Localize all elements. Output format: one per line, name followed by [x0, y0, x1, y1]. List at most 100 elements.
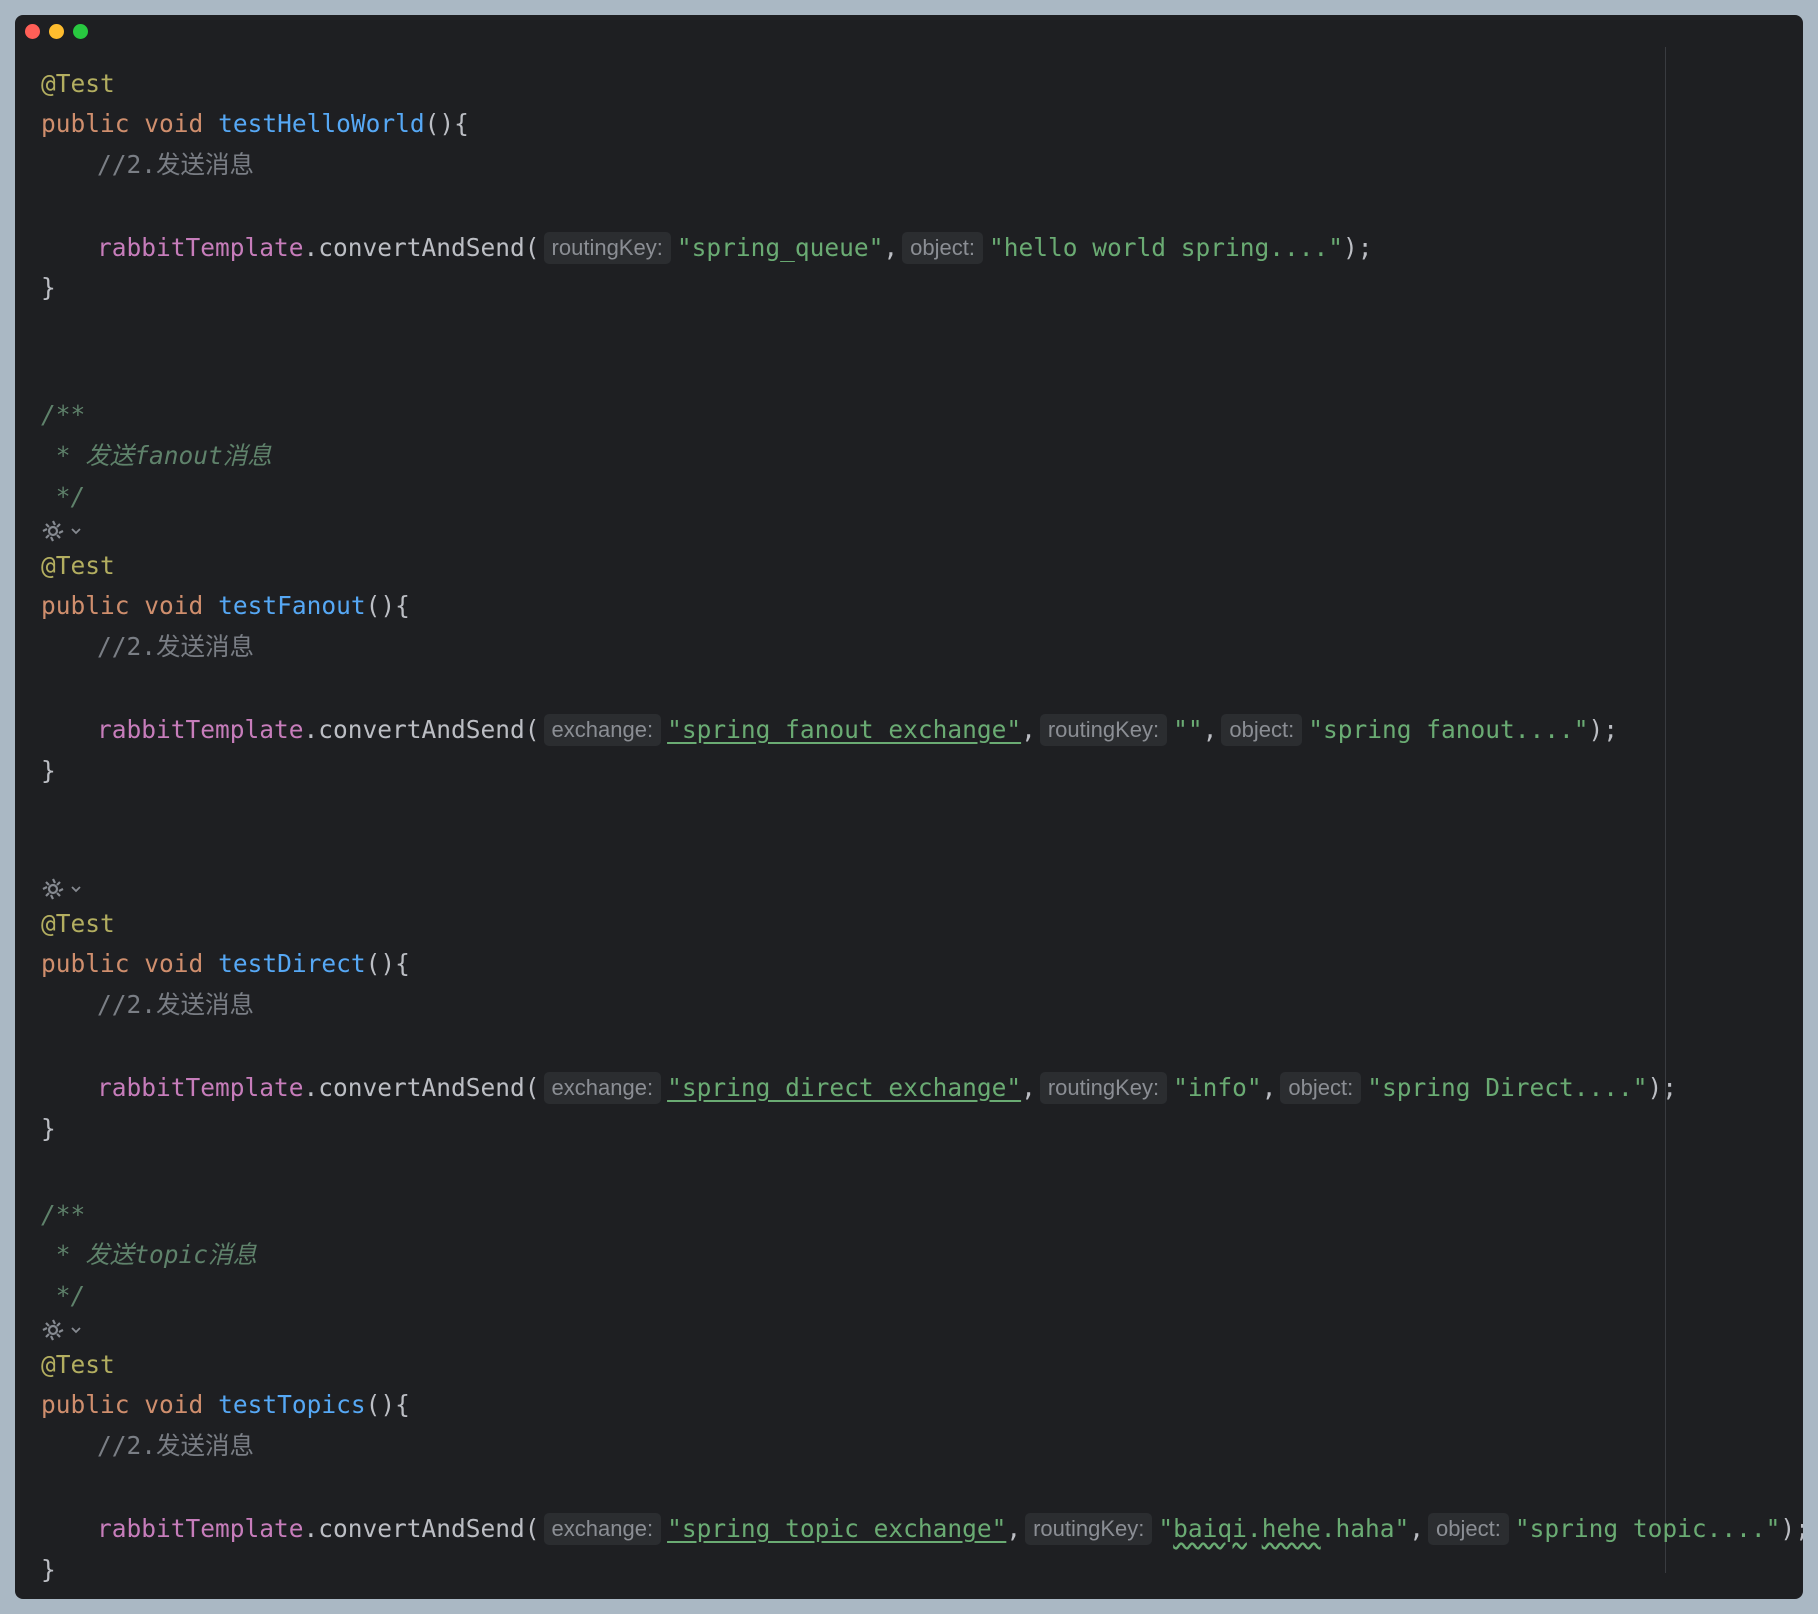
code-line-call: rabbitTemplate.convertAndSend(exchange: "…	[41, 1068, 1677, 1108]
param-hint-exchange: exchange:	[543, 1072, 662, 1104]
method-call: .convertAndSend(	[303, 1073, 540, 1102]
code-line-signature: public void testHelloWorld(){	[41, 104, 469, 144]
right-margin-guide	[1665, 47, 1666, 1573]
line-comment: //2.发送消息	[97, 150, 255, 179]
param-hint-object: object:	[1427, 1513, 1509, 1545]
test-run-icon[interactable]	[41, 877, 65, 901]
string-literal-routing-key: "spring_queue"	[676, 233, 884, 262]
code-line-call: rabbitTemplate.convertAndSend(exchange: "…	[41, 710, 1618, 750]
param-hint-object: object:	[1221, 714, 1303, 746]
string-literal-exchange[interactable]: "spring_direct_exchange"	[667, 1073, 1021, 1102]
code-line-comment: //2.发送消息	[41, 1426, 254, 1466]
parens: (){	[365, 591, 410, 620]
doc-comment-open: /**	[41, 400, 86, 429]
param-hint-routing-key: routingKey:	[1039, 1072, 1168, 1104]
annotation-test: @Test	[41, 909, 115, 938]
string-literal-routing-key: ""	[1173, 715, 1203, 744]
call-end: );	[1342, 233, 1373, 262]
keyword-void: void	[144, 949, 204, 978]
close-window-button[interactable]	[25, 24, 40, 39]
field-rabbit-template[interactable]: rabbitTemplate	[97, 233, 304, 262]
method-call: .convertAndSend(	[303, 715, 540, 744]
code-line-close: }	[41, 268, 56, 308]
comma: ,	[883, 233, 899, 262]
code-line-comment: //2.发送消息	[41, 145, 254, 185]
string-literal-object: "spring Direct...."	[1367, 1073, 1648, 1102]
string-literal-object: "hello world spring...."	[988, 233, 1343, 262]
keyword-public: public	[41, 1390, 130, 1419]
code-line-doc-open: /**	[41, 1195, 85, 1235]
minimize-window-button[interactable]	[49, 24, 64, 39]
code-line-comment: //2.发送消息	[41, 985, 254, 1025]
field-rabbit-template[interactable]: rabbitTemplate	[97, 1514, 304, 1543]
param-hint-object: object:	[1280, 1072, 1362, 1104]
gutter-run-marker[interactable]	[41, 869, 83, 909]
annotation-test: @Test	[41, 551, 115, 580]
doc-comment-open: /**	[41, 1200, 86, 1229]
typo-hehe[interactable]: hehe	[1262, 1514, 1321, 1543]
code-line-annotation: @Test	[41, 64, 115, 104]
test-run-icon[interactable]	[41, 519, 65, 543]
param-hint-routing-key: routingKey:	[543, 232, 671, 264]
method-name[interactable]: testHelloWorld	[218, 109, 425, 138]
param-hint-exchange: exchange:	[543, 1513, 662, 1545]
chevron-down-icon[interactable]	[69, 882, 83, 896]
method-name[interactable]: testDirect	[218, 949, 366, 978]
comma: ,	[1202, 715, 1218, 744]
maximize-window-button[interactable]	[73, 24, 88, 39]
typo-baiqi[interactable]: baiqi	[1173, 1514, 1247, 1543]
code-line-signature: public void testTopics(){	[41, 1385, 410, 1425]
code-line-close: }	[41, 1109, 56, 1149]
keyword-void: void	[144, 1390, 204, 1419]
method-call: .convertAndSend(	[303, 233, 540, 262]
method-name[interactable]: testTopics	[218, 1390, 366, 1419]
test-run-icon[interactable]	[41, 1318, 65, 1342]
field-rabbit-template[interactable]: rabbitTemplate	[97, 1073, 304, 1102]
keyword-public: public	[41, 591, 130, 620]
code-line-doc: * 发送topic消息	[41, 1235, 257, 1275]
string-literal-routing-key: "info"	[1173, 1073, 1262, 1102]
comma: ,	[1261, 1073, 1277, 1102]
string-literal-object: "spring fanout...."	[1308, 715, 1589, 744]
routing-key-tail: .haha"	[1320, 1514, 1410, 1543]
string-literal-object: "spring topic...."	[1514, 1514, 1781, 1543]
close-brace: }	[41, 756, 56, 785]
code-line-call: rabbitTemplate.convertAndSend(routingKey…	[41, 228, 1372, 268]
chevron-down-icon[interactable]	[69, 1323, 83, 1337]
code-line-doc-open: /**	[41, 395, 85, 435]
field-rabbit-template[interactable]: rabbitTemplate	[97, 715, 304, 744]
comma: ,	[1409, 1514, 1424, 1543]
code-line-doc: * 发送fanout消息	[41, 436, 272, 476]
editor-window: @Test public void testHelloWorld(){ //2.…	[15, 15, 1803, 1599]
string-literal-exchange[interactable]: "spring_fanout_exchange"	[667, 715, 1021, 744]
close-brace: }	[41, 273, 56, 302]
line-comment: //2.发送消息	[97, 1431, 255, 1460]
doc-comment-text: * 发送topic消息	[41, 1240, 258, 1269]
doc-comment-close: */	[41, 1281, 86, 1310]
call-end: );	[1588, 715, 1619, 744]
close-brace: }	[41, 1114, 56, 1143]
code-line-signature: public void testFanout(){	[41, 586, 410, 626]
annotation-test: @Test	[41, 1350, 115, 1379]
comma: ,	[1021, 715, 1036, 744]
gutter-run-marker[interactable]	[41, 511, 83, 551]
window-controls	[25, 24, 88, 39]
routing-key-dot: .	[1246, 1514, 1262, 1543]
comma: ,	[1006, 1514, 1022, 1543]
code-line-comment: //2.发送消息	[41, 627, 254, 667]
call-end: );	[1780, 1514, 1803, 1543]
method-call: .convertAndSend(	[303, 1514, 540, 1543]
code-line-signature: public void testDirect(){	[41, 944, 410, 984]
param-hint-routing-key: routingKey:	[1025, 1513, 1153, 1545]
code-line-close: }	[41, 751, 56, 791]
method-name[interactable]: testFanout	[218, 591, 366, 620]
string-literal-exchange[interactable]: "spring_topic_exchange"	[667, 1514, 1006, 1543]
param-hint-routing-key: routingKey:	[1039, 714, 1168, 746]
code-line-call: rabbitTemplate.convertAndSend(exchange: "…	[41, 1509, 1803, 1549]
gutter-run-marker[interactable]	[41, 1310, 83, 1350]
line-comment: //2.发送消息	[97, 990, 255, 1019]
keyword-public: public	[41, 109, 130, 138]
keyword-void: void	[144, 109, 204, 138]
chevron-down-icon[interactable]	[69, 524, 83, 538]
code-line-close: }	[41, 1550, 56, 1590]
